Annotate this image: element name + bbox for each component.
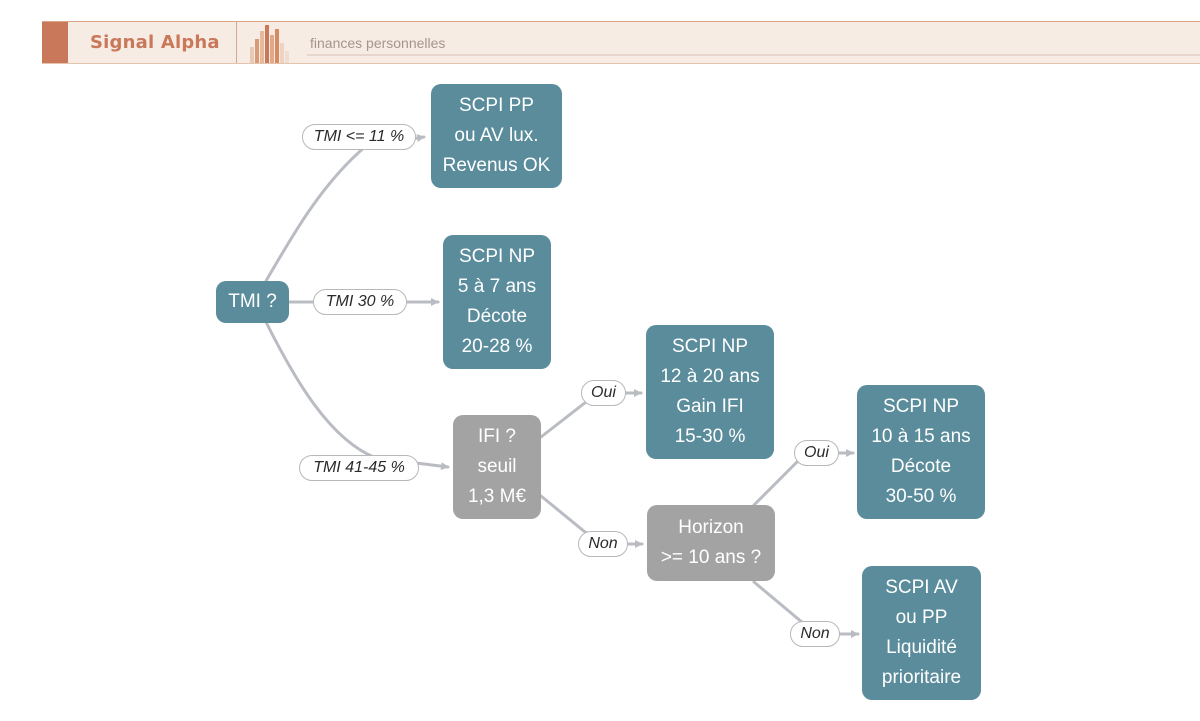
node-scpi-np-12-20: SCPI NP 12 à 20 ans Gain IFI 15-30 %: [646, 325, 774, 459]
node-ifi: IFI ? seuil 1,3 M€: [453, 415, 541, 519]
node-ifi-line: seuil: [477, 456, 517, 477]
node-scpi-av-pp-line: Liquidité: [886, 637, 957, 658]
edge-label-ifi-oui: Oui: [581, 380, 626, 406]
edge-label-tmi-41-45: TMI 41-45 %: [299, 455, 419, 481]
edge-tmi-41-45: [264, 320, 450, 471]
node-horizon-line: Horizon: [678, 517, 744, 538]
node-tmi: TMI ?: [216, 281, 289, 323]
node-scpi-av-pp: SCPI AV ou PP Liquidité prioritaire: [862, 566, 981, 700]
node-scpi-np-5-7-line: 5 à 7 ans: [457, 276, 537, 297]
node-scpi-np-5-7-line: Décote: [466, 306, 528, 327]
edge-label-horizon-oui: Oui: [794, 440, 839, 466]
node-scpi-np-10-15-line: SCPI NP: [882, 396, 960, 417]
node-scpi-pp: SCPI PP ou AV lux. Revenus OK: [431, 84, 562, 188]
edge-label-tmi-30: TMI 30 %: [313, 289, 407, 315]
node-scpi-np-10-15-line: 30-50 %: [885, 486, 957, 507]
node-scpi-np-5-7: SCPI NP 5 à 7 ans Décote 20-28 %: [443, 235, 551, 369]
node-horizon-line: >= 10 ans ?: [660, 547, 762, 568]
node-scpi-av-pp-line: SCPI AV: [885, 577, 958, 598]
edge-tmi-11: [264, 134, 426, 283]
node-scpi-np-10-15-line: Décote: [890, 456, 952, 477]
node-scpi-np-12-20-line: Gain IFI: [676, 396, 744, 417]
edge-label-tmi-11: TMI <= 11 %: [302, 124, 416, 150]
node-ifi-line: 1,3 M€: [467, 486, 527, 507]
node-scpi-np-10-15-line: 10 à 15 ans: [871, 426, 971, 447]
node-tmi-line: TMI ?: [228, 291, 277, 312]
node-scpi-av-pp-line: prioritaire: [881, 667, 962, 688]
edge-label-ifi-non: Non: [578, 531, 628, 557]
node-scpi-np-12-20-line: 12 à 20 ans: [660, 366, 760, 387]
node-ifi-line: IFI ?: [477, 426, 516, 447]
node-scpi-pp-line: ou AV lux.: [454, 125, 539, 146]
node-scpi-pp-line: Revenus OK: [442, 155, 551, 176]
diagram-connectors: [264, 134, 860, 638]
edge-label-horizon-non: Non: [790, 621, 840, 647]
node-scpi-np-5-7-line: 20-28 %: [461, 336, 533, 357]
node-scpi-np-10-15: SCPI NP 10 à 15 ans Décote 30-50 %: [857, 385, 985, 519]
node-scpi-np-12-20-line: 15-30 %: [674, 426, 746, 447]
node-scpi-av-pp-line: ou PP: [895, 607, 948, 628]
node-scpi-np-5-7-line: SCPI NP: [458, 246, 536, 267]
node-horizon: Horizon >= 10 ans ?: [647, 505, 775, 581]
node-scpi-pp-line: SCPI PP: [459, 95, 534, 116]
node-scpi-np-12-20-line: SCPI NP: [671, 336, 749, 357]
